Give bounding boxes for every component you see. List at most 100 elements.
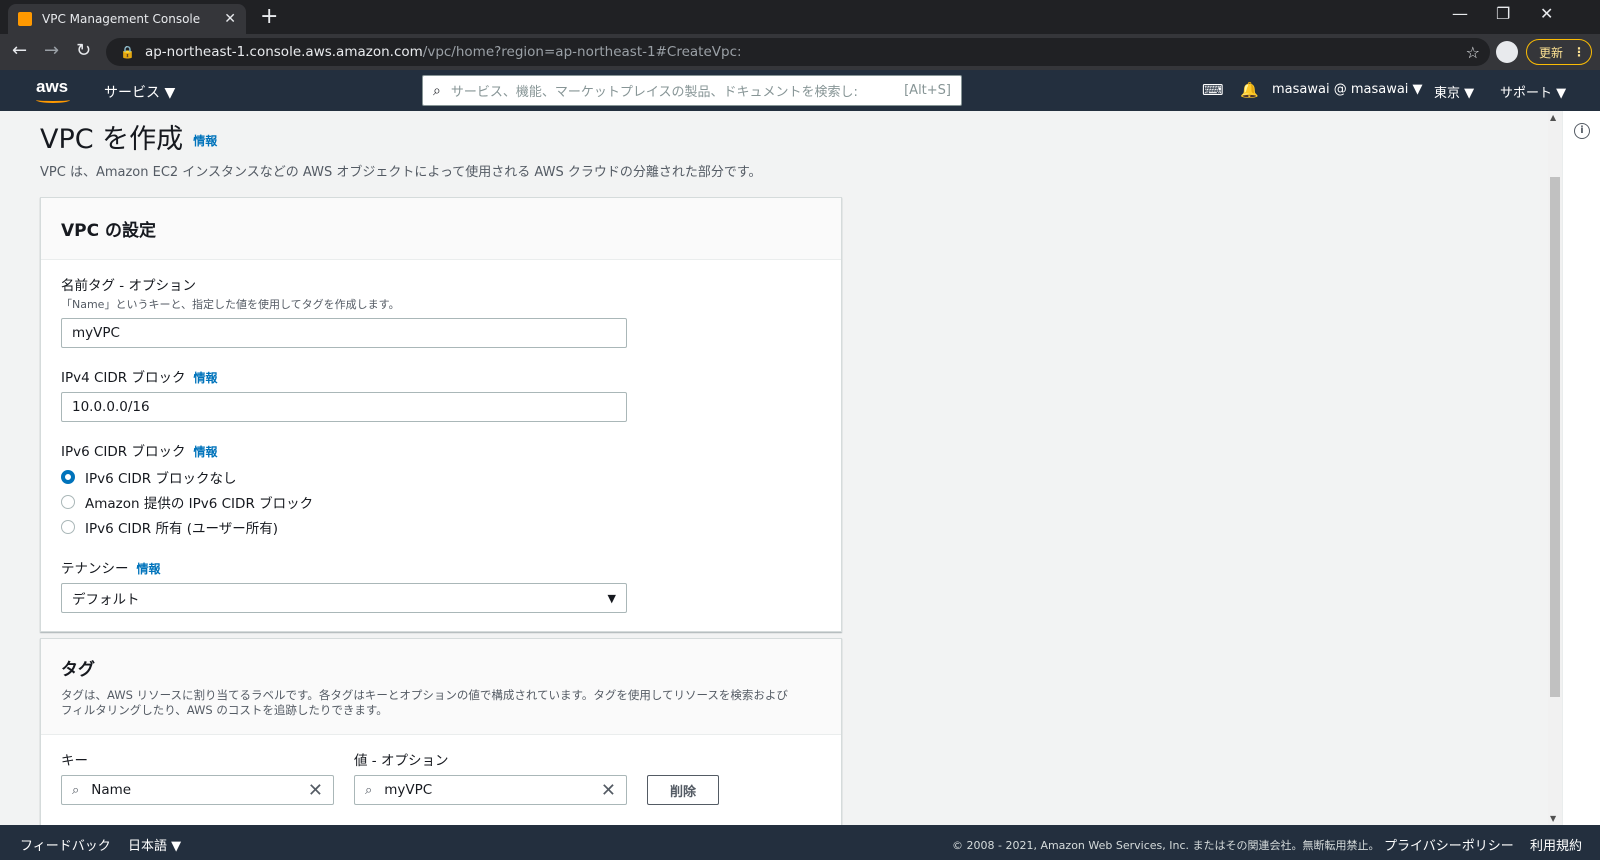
ipv6-cidr-label: IPv6 CIDR ブロック 情報	[61, 440, 821, 460]
console-footer: フィードバック 日本語 ▼ © 2008 - 2021, Amazon Web …	[0, 825, 1600, 860]
name-tag-input[interactable]: myVPC	[61, 318, 627, 348]
aws-header: aws サービス ▼ ⌕ サービス、機能、マーケットプレイスの製品、ドキュメント…	[0, 70, 1600, 111]
tenancy-info-link[interactable]: 情報	[137, 562, 161, 576]
new-tab-icon[interactable]: +	[260, 4, 278, 30]
tenancy-label-text: テナンシー	[61, 561, 129, 577]
ipv4-cidr-label-text: IPv4 CIDR ブロック	[61, 370, 186, 386]
radio-icon[interactable]	[61, 494, 75, 509]
lock-icon: 🔒	[120, 45, 135, 59]
name-tag-field: 名前タグ - オプション 「Name」というキーと、指定した値を使用してタグを作…	[61, 274, 821, 348]
tags-description-line: タグは、AWS リソースに割り当てるラベルです。各タグはキーとオプションの値で構…	[61, 688, 788, 702]
search-icon: ⌕	[433, 82, 441, 99]
search-icon: ⌕	[365, 782, 373, 798]
tab-close-icon[interactable]: ✕	[224, 11, 236, 27]
language-selector[interactable]: 日本語 ▼	[128, 835, 181, 854]
aws-logo[interactable]: aws	[36, 77, 70, 103]
vpc-settings-panel: VPC の設定 名前タグ - オプション 「Name」というキーと、指定した値を…	[40, 197, 842, 632]
tag-value-label: 値 - オプション	[354, 753, 449, 769]
browser-toolbar: ← → ↻ 🔒 ap-northeast-1.console.aws.amazo…	[0, 34, 1600, 70]
tags-panel: タグ タグは、AWS リソースに割り当てるラベルです。各タグはキーとオプションの…	[40, 638, 842, 825]
account-menu[interactable]: masawai @ masawai ▼	[1272, 82, 1423, 97]
tags-description: タグは、AWS リソースに割り当てるラベルです。各タグはキーとオプションの値で構…	[61, 688, 821, 718]
console-search[interactable]: ⌕ サービス、機能、マーケットプレイスの製品、ドキュメントを検索し: [Alt+…	[422, 75, 962, 106]
cloudshell-icon[interactable]: ⌨	[1202, 81, 1224, 99]
support-menu[interactable]: サポート ▼	[1500, 82, 1566, 101]
forward-icon[interactable]: →	[44, 40, 59, 62]
ipv6-info-link[interactable]: 情報	[193, 445, 217, 459]
update-button[interactable]: 更新 ⋮	[1526, 39, 1592, 65]
ipv6-option-none[interactable]: IPv6 CIDR ブロックなし	[61, 464, 821, 489]
tenancy-select[interactable]: デフォルト ▼	[61, 583, 627, 613]
browser-tab[interactable]: VPC Management Console ✕	[8, 4, 246, 34]
ipv6-option-byoip[interactable]: IPv6 CIDR 所有 (ユーザー所有)	[61, 514, 821, 539]
back-icon[interactable]: ←	[12, 40, 27, 62]
info-icon[interactable]: i	[1574, 123, 1590, 139]
search-icon: ⌕	[72, 782, 80, 798]
restore-icon[interactable]: ❐	[1496, 4, 1510, 23]
tags-body: キー ⌕ Name ✕ 値 - オプション ⌕ myVPC ✕ 削除	[41, 735, 841, 823]
ipv4-cidr-label: IPv4 CIDR ブロック 情報	[61, 366, 821, 386]
ipv6-option-label: IPv6 CIDR ブロックなし	[85, 470, 237, 487]
terms-link[interactable]: 利用規約	[1530, 835, 1582, 854]
tag-key-input[interactable]: ⌕ Name ✕	[61, 775, 334, 805]
bookmark-star-icon[interactable]: ☆	[1466, 43, 1480, 62]
ipv6-option-amazon[interactable]: Amazon 提供の IPv6 CIDR ブロック	[61, 489, 821, 514]
tab-title: VPC Management Console	[42, 12, 201, 26]
radio-icon[interactable]	[61, 519, 75, 534]
ipv6-option-label: IPv6 CIDR 所有 (ユーザー所有)	[85, 520, 279, 537]
aws-smile-icon	[36, 97, 70, 103]
aws-logo-text: aws	[36, 77, 69, 96]
bell-icon[interactable]: 🔔	[1240, 81, 1259, 99]
tag-row: キー ⌕ Name ✕ 値 - オプション ⌕ myVPC ✕ 削除	[61, 749, 821, 805]
tenancy-label: テナンシー 情報	[61, 557, 821, 577]
close-window-icon[interactable]: ✕	[1540, 4, 1553, 23]
page-title-text: VPC を作成	[40, 124, 184, 155]
vpc-settings-title: VPC の設定	[61, 221, 157, 241]
vpc-settings-body: 名前タグ - オプション 「Name」というキーと、指定した値を使用してタグを作…	[41, 260, 841, 631]
privacy-link[interactable]: プライバシーポリシー	[1384, 835, 1514, 854]
scroll-down-icon[interactable]: ▼	[1550, 814, 1556, 823]
name-tag-description: 「Name」というキーと、指定した値を使用してタグを作成します。	[61, 298, 400, 311]
page-title: VPC を作成 情報	[40, 117, 217, 156]
ipv6-cidr-field: IPv6 CIDR ブロック 情報 IPv6 CIDR ブロックなし Amazon…	[61, 440, 821, 539]
ipv6-cidr-label-text: IPv6 CIDR ブロック	[61, 444, 186, 460]
tag-key-value: Name	[91, 782, 132, 798]
address-bar[interactable]: 🔒 ap-northeast-1.console.aws.amazon.com …	[106, 38, 1490, 66]
tags-description-line: フィルタリングしたり、AWS のコストを追跡したりできます。	[61, 703, 388, 717]
scroll-up-icon[interactable]: ▲	[1550, 113, 1556, 122]
caret-down-icon: ▼	[607, 591, 616, 605]
tags-title: タグ	[61, 660, 95, 680]
minimize-icon[interactable]: —	[1452, 4, 1468, 23]
scroll-thumb[interactable]	[1550, 177, 1560, 697]
name-tag-label: 名前タグ - オプション	[61, 278, 196, 294]
delete-tag-button[interactable]: 削除	[647, 775, 719, 805]
main-content: VPC を作成 情報 VPC は、Amazon EC2 インスタンスなどの AWS…	[0, 111, 1550, 825]
tags-header: タグ タグは、AWS リソースに割り当てるラベルです。各タグはキーとオプションの…	[41, 639, 841, 735]
clear-icon[interactable]: ✕	[308, 780, 323, 801]
browser-tab-bar: VPC Management Console ✕ + — ❐ ✕	[0, 0, 1600, 34]
vpc-settings-header: VPC の設定	[41, 198, 841, 260]
tenancy-field: テナンシー 情報 デフォルト ▼	[61, 557, 821, 613]
ipv4-cidr-input[interactable]: 10.0.0.0/16	[61, 392, 627, 422]
update-label: 更新	[1539, 45, 1564, 60]
feedback-link[interactable]: フィードバック	[20, 835, 111, 854]
region-menu[interactable]: 東京 ▼	[1434, 82, 1474, 101]
ipv4-cidr-field: IPv4 CIDR ブロック 情報 10.0.0.0/16	[61, 366, 821, 422]
page-scrollbar[interactable]: ▲ ▼	[1548, 111, 1562, 825]
services-menu[interactable]: サービス ▼	[104, 82, 175, 102]
search-placeholder: サービス、機能、マーケットプレイスの製品、ドキュメントを検索し:	[450, 85, 858, 100]
copyright-text: © 2008 - 2021, Amazon Web Services, Inc.…	[952, 839, 1380, 852]
profile-avatar-icon[interactable]	[1496, 41, 1518, 63]
search-shortcut: [Alt+S]	[904, 83, 951, 98]
ipv4-info-link[interactable]: 情報	[193, 371, 217, 385]
radio-selected-icon[interactable]	[61, 469, 75, 484]
tenancy-value: デフォルト	[72, 592, 140, 608]
page-info-link[interactable]: 情報	[193, 134, 217, 148]
reload-icon[interactable]: ↻	[76, 40, 91, 62]
page-description: VPC は、Amazon EC2 インスタンスなどの AWS オブジェクトによっ…	[40, 165, 762, 180]
ipv6-option-label: Amazon 提供の IPv6 CIDR ブロック	[85, 495, 314, 512]
tag-value-input[interactable]: ⌕ myVPC ✕	[354, 775, 627, 805]
clear-icon[interactable]: ✕	[601, 780, 616, 801]
url-host: ap-northeast-1.console.aws.amazon.com	[144, 44, 423, 60]
tag-value-column: 値 - オプション ⌕ myVPC ✕	[354, 749, 627, 805]
